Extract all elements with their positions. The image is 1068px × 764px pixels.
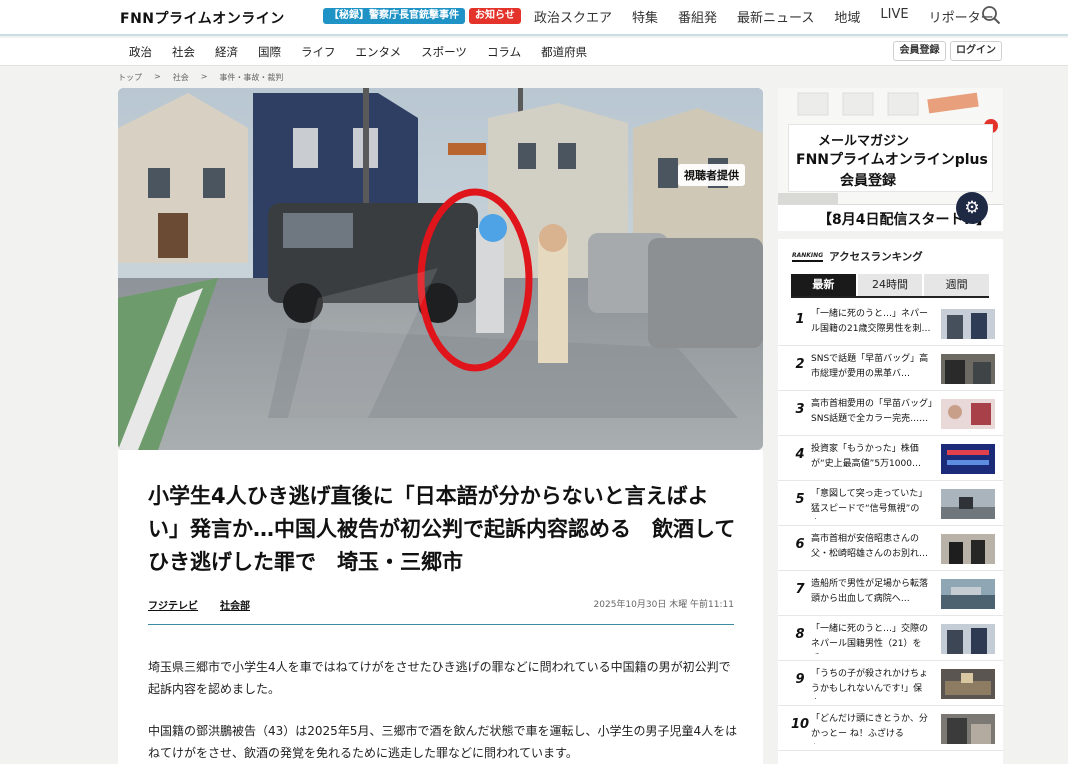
ranking-thumbnail[interactable] [941, 489, 995, 519]
ranking-number: 10 [790, 717, 810, 732]
ranking-thumbnail[interactable] [941, 354, 995, 384]
department-link[interactable]: 社会部 [220, 597, 250, 612]
promo-register-text: 会員登録 [840, 173, 896, 189]
ranking-item[interactable]: 4 投資家「もうかった」株価が“史上最高値”5万1000… [778, 436, 1003, 481]
breadcrumb-separator: > [154, 72, 161, 81]
article-byline: フジテレビ 社会部 2025年10月30日 木曜 午前11:11 [148, 597, 734, 612]
category-international[interactable]: 国際 [258, 44, 281, 60]
nav-latest-news[interactable]: 最新ニュース [737, 7, 814, 26]
ranking-number: 7 [795, 582, 805, 597]
ranking-title-text[interactable]: SNSで話題「早苗バッグ」高市総理が愛用の黒革バ… [811, 352, 933, 384]
ranking-item[interactable]: 6 高市首相が安倍昭恵さんの父・松崎昭雄さんのお別れ… [778, 526, 1003, 571]
member-register-button[interactable]: 会員登録 [893, 41, 946, 61]
viewer-provided-label: 視聴者提供 [678, 164, 745, 186]
ranking-title-text[interactable]: 高市首相愛用の「早苗バッグ」SNS話題で全カラー完売…… [811, 397, 933, 429]
tab-weekly[interactable]: 週間 [924, 274, 990, 296]
breadcrumb: トップ > 社会 > 事件・事故・裁判 [118, 72, 283, 83]
site-logo[interactable]: FNNプライムオンライン [120, 8, 285, 28]
article-headline: 小学生4人ひき逃げ直後に「日本語が分からないと言えばよい」発言か…中国人被告が初… [148, 484, 736, 574]
byline-divider [148, 624, 734, 625]
category-society[interactable]: 社会 [172, 44, 195, 60]
ranking-title-text[interactable]: 投資家「もうかった」株価が“史上最高値”5万1000… [811, 442, 933, 474]
promo-newsletter-text: メールマガジン [818, 134, 910, 149]
ranking-title-text[interactable]: 「意図して突っ走っていた」猛スピードで“信号無視”の車… [811, 487, 933, 519]
category-sports[interactable]: スポーツ [421, 44, 467, 60]
ranking-tabs: 最新 24時間 週間 [791, 274, 990, 298]
dashcam-scene [118, 88, 763, 450]
login-button[interactable]: ログイン [950, 41, 1002, 61]
source-link[interactable]: フジテレビ [148, 597, 198, 612]
ranking-title-text[interactable]: 「一緒に死のうと…」ネパール国籍の21歳交際男性を刺… [811, 307, 933, 339]
ranking-title-text[interactable]: 「うちの子が殺されかけちょうかもしれないんです!」保育… [811, 667, 933, 699]
breadcrumb-top[interactable]: トップ [118, 72, 142, 83]
ranking-title-text[interactable]: 造船所で男性が足場から転落 頭から出血して病院へ… [811, 577, 933, 609]
nav-features[interactable]: 特集 [632, 7, 658, 26]
nav-politics-square[interactable]: 政治スクエア [534, 7, 612, 26]
ranking-tag: RANKING [792, 252, 824, 262]
category-nav: 政治 社会 経済 国際 ライフ エンタメ スポーツ コラム 都道府県 [129, 44, 607, 60]
publish-date: 2025年10月30日 木曜 午前11:11 [593, 600, 734, 610]
ranking-item[interactable]: 9 「うちの子が殺されかけちょうかもしれないんです!」保育… [778, 661, 1003, 706]
category-politics[interactable]: 政治 [129, 44, 152, 60]
tab-latest[interactable]: 最新 [791, 274, 856, 296]
category-prefectures[interactable]: 都道府県 [541, 44, 587, 60]
ranking-number: 8 [795, 627, 805, 642]
ranking-thumbnail[interactable] [941, 399, 995, 429]
ranking-header: RANKING アクセスランキング [792, 249, 923, 264]
article-body: 小学生4人ひき逃げ直後に「日本語が分からないと言えばよい」発言か…中国人被告が初… [118, 450, 763, 764]
ranking-thumbnail[interactable] [941, 444, 995, 474]
nav-regions[interactable]: 地域 [834, 7, 860, 26]
tab-24-hours[interactable]: 24時間 [857, 274, 923, 296]
ranking-thumbnail[interactable] [941, 714, 995, 744]
access-ranking-panel: RANKING アクセスランキング 最新 24時間 週間 1 「一緒に死のうと…… [778, 239, 1003, 764]
ranking-number: 4 [795, 447, 805, 462]
top-nav: 政治スクエア 特集 番組発 最新ニュース 地域 LIVE リポーター [534, 7, 1014, 26]
nav-live[interactable]: LIVE [880, 7, 908, 26]
notice-badge[interactable]: お知らせ [469, 8, 521, 24]
ranking-item[interactable]: 8 「一緒に死のうと…」交際のネパール国籍男性（21）を千… [778, 616, 1003, 661]
category-life[interactable]: ライフ [301, 44, 336, 60]
newsletter-promo-banner[interactable]: メールマガジン FNNプライムオンラインplus 会員登録 【8月4日配信スター… [778, 88, 1003, 231]
ranking-item[interactable]: 7 造船所で男性が足場から転落 頭から出血して病院へ… [778, 571, 1003, 616]
search-icon[interactable] [981, 5, 1001, 25]
article-paragraph: 埼玉県三郷市で小学生4人を車ではねてけがをさせたひき逃げの罪などに問われている中… [148, 660, 731, 696]
ranking-title-text[interactable]: 高市首相が安倍昭恵さんの父・松崎昭雄さんのお別れ… [811, 532, 933, 564]
article-paragraph: 中国籍の鄧洪鵬被告（43）は2025年5月、三郷市で酒を飲んだ状態で車を運転し、… [148, 724, 738, 760]
gear-icon[interactable]: ⚙ [956, 192, 988, 224]
ranking-number: 2 [795, 357, 805, 372]
ranking-item[interactable]: 5 「意図して突っ走っていた」猛スピードで“信号無視”の車… [778, 481, 1003, 526]
nav-programs[interactable]: 番組発 [678, 7, 717, 26]
ranking-number: 5 [795, 492, 805, 507]
ranking-number: 3 [795, 402, 805, 417]
article-hero-image: 視聴者提供 [118, 88, 763, 450]
category-entertainment[interactable]: エンタメ [356, 44, 402, 60]
ranking-title-text[interactable]: 「一緒に死のうと…」交際のネパール国籍男性（21）を千… [811, 622, 933, 654]
ranking-title: アクセスランキング [829, 251, 923, 263]
ranking-thumbnail[interactable] [941, 669, 995, 699]
ranking-item[interactable]: 2 SNSで話題「早苗バッグ」高市総理が愛用の黒革バ… [778, 346, 1003, 391]
ranking-item[interactable]: 3 高市首相愛用の「早苗バッグ」SNS話題で全カラー完売…… [778, 391, 1003, 436]
category-economy[interactable]: 経済 [215, 44, 238, 60]
category-column[interactable]: コラム [487, 44, 521, 60]
ranking-thumbnail[interactable] [941, 309, 995, 339]
ranking-number: 6 [795, 537, 805, 552]
ranking-title-text[interactable]: 「どんだけ頭にきとうか、分かっとー ね！ふざけるな！」… [811, 712, 933, 744]
ranking-thumbnail[interactable] [941, 624, 995, 654]
breadcrumb-separator: > [200, 72, 208, 81]
ranking-number: 1 [795, 312, 805, 327]
promo-plus-text: FNNプライムオンラインplus [796, 152, 988, 168]
category-bar: 政治 社会 経済 国際 ライフ エンタメ スポーツ コラム 都道府県 会員登録 … [0, 38, 1068, 66]
site-header: FNNプライムオンライン 【秘録】警察庁長官銃撃事件 お知らせ 政治スクエア 特… [0, 0, 1068, 36]
ranking-item[interactable]: 1 「一緒に死のうと…」ネパール国籍の21歳交際男性を刺… [778, 301, 1003, 346]
ranking-item[interactable]: 10 「どんだけ頭にきとうか、分かっとー ね！ふざけるな！」… [778, 706, 1003, 751]
ranking-thumbnail[interactable] [941, 579, 995, 609]
ranking-thumbnail[interactable] [941, 534, 995, 564]
breadcrumb-incidents[interactable]: 事件・事故・裁判 [219, 72, 283, 83]
secret-record-badge[interactable]: 【秘録】警察庁長官銃撃事件 [323, 8, 465, 24]
ranking-number: 9 [795, 672, 805, 687]
breadcrumb-society[interactable]: 社会 [173, 72, 189, 83]
